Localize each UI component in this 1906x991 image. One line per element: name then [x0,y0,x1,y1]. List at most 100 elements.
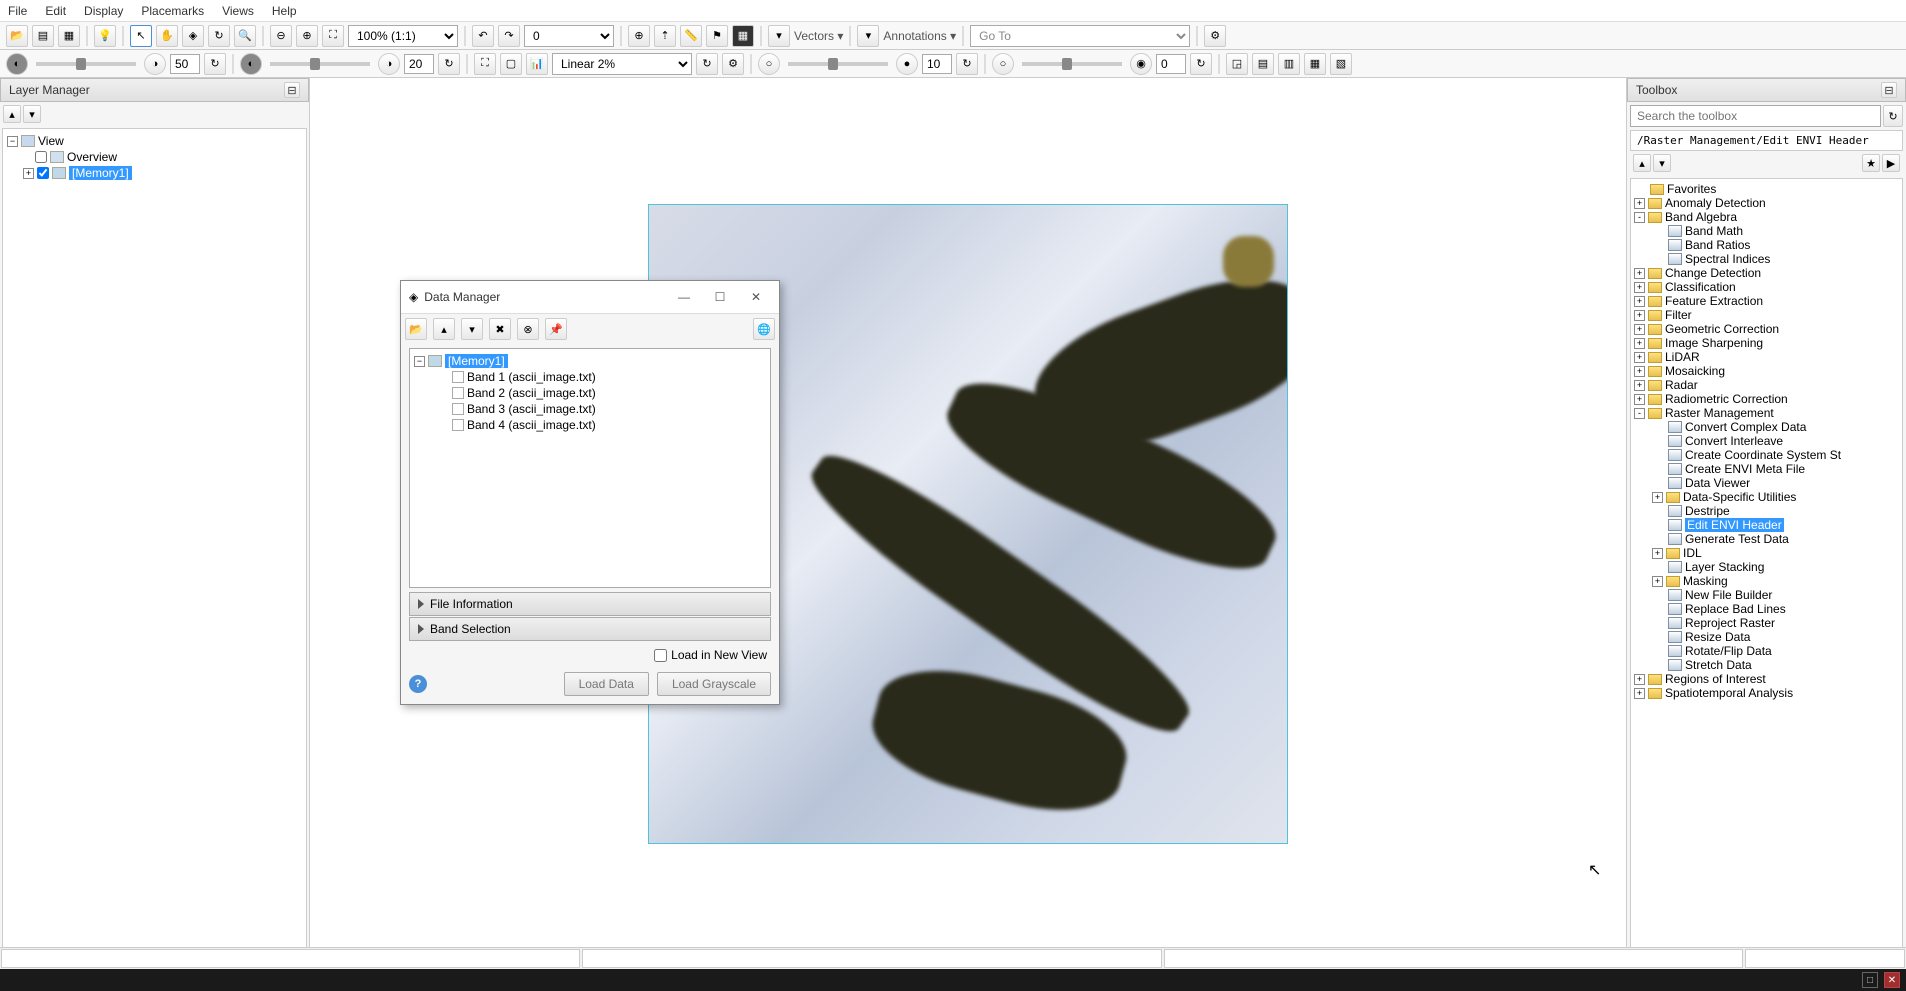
stretch-select[interactable]: Linear 2% [552,53,692,75]
brightness-input[interactable] [170,54,200,74]
refresh-stretch-icon[interactable]: ↻ [696,53,718,75]
toolbox-folder[interactable]: +Anomaly Detection [1634,196,1899,210]
menu-placemarks[interactable]: Placemarks [141,4,204,18]
expander-icon[interactable]: + [1634,674,1645,685]
expander-icon[interactable]: + [1634,688,1645,699]
sharpen-right-icon[interactable]: ● [896,53,918,75]
vectors-label[interactable]: Vectors ▾ [794,29,843,43]
toolbox-folder[interactable]: Favorites [1634,182,1899,196]
data-manager-icon[interactable]: ▤ [32,25,54,47]
toolbox-tool[interactable]: Resize Data [1634,630,1899,644]
toolbox-tool[interactable]: Layer Stacking [1634,560,1899,574]
contrast-left-icon[interactable]: ◐ [240,53,262,75]
fly-icon[interactable]: ◈ [182,25,204,47]
zoom-extent-icon[interactable]: ⛶ [322,25,344,47]
menu-file[interactable]: File [8,4,27,18]
dm-expand-root-icon[interactable]: − [414,356,425,367]
toolbox-tool[interactable]: Band Ratios [1634,238,1899,252]
toolbox-folder[interactable]: +Spatiotemporal Analysis [1634,686,1899,700]
toolbox-folder[interactable]: -Band Algebra [1634,210,1899,224]
memory-node[interactable]: [Memory1] [69,166,132,180]
reset-sharpen-icon[interactable]: ↻ [956,53,978,75]
dm-collapse-icon[interactable]: ▴ [433,318,455,340]
flicker-icon[interactable]: ▥ [1278,53,1300,75]
toolbox-folder[interactable]: +Change Detection [1634,266,1899,280]
expander-icon[interactable]: + [1634,198,1645,209]
band-node[interactable]: Band 1 (ascii_image.txt) [414,369,766,385]
dm-expand-icon[interactable]: ▾ [461,318,483,340]
rotate-left-icon[interactable]: ↶ [472,25,494,47]
portal-icon[interactable]: ◲ [1226,53,1248,75]
load-data-button[interactable]: Load Data [564,672,649,696]
crosshair-icon[interactable]: ⊕ [628,25,650,47]
contrast-input[interactable] [404,54,434,74]
maximize-icon[interactable]: ☐ [705,287,735,307]
toolbox-search-input[interactable] [1630,105,1881,127]
toolbox-tool[interactable]: Data Viewer [1634,476,1899,490]
select-icon[interactable]: ↖ [130,25,152,47]
expander-icon[interactable]: + [1634,366,1645,377]
feature-count-icon[interactable]: ⚑ [706,25,728,47]
transparency-input[interactable] [1156,54,1186,74]
bar-maximize-icon[interactable]: □ [1862,972,1878,988]
expand-view-icon[interactable]: − [7,136,18,147]
layer-tree[interactable]: − View Overview + [Memory1] [2,128,307,967]
annotations-label[interactable]: Annotations ▾ [883,29,956,43]
toolbox-folder[interactable]: +Filter [1634,308,1899,322]
dm-pin-icon[interactable]: 📌 [545,318,567,340]
grid-icon[interactable]: ▦ [732,25,754,47]
memory-checkbox[interactable] [37,167,49,179]
layer-manager-pin-icon[interactable]: ⊟ [284,82,300,98]
blend-icon[interactable]: ▤ [1252,53,1274,75]
band-node[interactable]: Band 2 (ascii_image.txt) [414,385,766,401]
toolbox-folder[interactable]: +Image Sharpening [1634,336,1899,350]
brightness-left-icon[interactable]: ◐ [6,53,28,75]
expander-icon[interactable]: + [1634,324,1645,335]
toolbox-folder[interactable]: +Radar [1634,378,1899,392]
load-new-view-checkbox[interactable] [654,649,667,662]
dialog-titlebar[interactable]: ◈ Data Manager — ☐ ✕ [401,281,779,314]
expander-icon[interactable]: + [1634,394,1645,405]
toolbox-fav-icon[interactable]: ★ [1862,154,1880,172]
toolbox-tool[interactable]: Band Math [1634,224,1899,238]
toolbox-tree[interactable]: Favorites+Anomaly Detection-Band Algebra… [1630,178,1903,966]
overview-checkbox[interactable] [35,151,47,163]
zoom-in-icon[interactable]: ⊕ [296,25,318,47]
menu-display[interactable]: Display [84,4,123,18]
reset-contrast-icon[interactable]: ↻ [438,53,460,75]
expander-icon[interactable]: + [1634,310,1645,321]
toolbox-tool[interactable]: Replace Bad Lines [1634,602,1899,616]
stretch-settings-icon[interactable]: ⚙ [722,53,744,75]
toolbox-tool[interactable]: Create Coordinate System St [1634,448,1899,462]
toolbox-tool[interactable]: Convert Interleave [1634,434,1899,448]
view-node[interactable]: View [38,134,64,148]
vectors-dropdown-icon[interactable]: ▾ [768,25,790,47]
dm-open-icon[interactable]: 📂 [405,318,427,340]
expander-icon[interactable]: + [1634,282,1645,293]
contrast-right-icon[interactable]: ◑ [378,53,400,75]
reset-brightness-icon[interactable]: ↻ [204,53,226,75]
zoom-icon[interactable]: 🔍 [234,25,256,47]
dm-root-node[interactable]: [Memory1] [445,354,508,368]
dm-close-all-icon[interactable]: ⊗ [517,318,539,340]
stretch-extent-icon[interactable]: ⛶ [474,53,496,75]
overview-node[interactable]: Overview [67,150,117,164]
sharpen-slider[interactable] [788,62,888,66]
zoom-select[interactable]: 100% (1:1) [348,25,458,47]
toolbox-folder[interactable]: +Radiometric Correction [1634,392,1899,406]
minimize-icon[interactable]: — [669,287,699,307]
pan-icon[interactable]: ✋ [156,25,178,47]
zoom-out-icon[interactable]: ⊖ [270,25,292,47]
menu-edit[interactable]: Edit [45,4,66,18]
expander-icon[interactable]: + [1634,380,1645,391]
collapse-icon[interactable]: ▴ [3,105,21,123]
toolbox-run-icon[interactable]: ▶ [1882,154,1900,172]
preferences-icon[interactable]: ⚙ [1204,25,1226,47]
histogram-icon[interactable]: 📊 [526,53,548,75]
annotations-dropdown-icon[interactable]: ▾ [857,25,879,47]
toolbox-tool[interactable]: Stretch Data [1634,658,1899,672]
transparency-right-icon[interactable]: ◉ [1130,53,1152,75]
dm-tree[interactable]: − [Memory1] Band 1 (ascii_image.txt)Band… [409,348,771,588]
sharpen-input[interactable] [922,54,952,74]
expander-icon[interactable]: + [1634,296,1645,307]
